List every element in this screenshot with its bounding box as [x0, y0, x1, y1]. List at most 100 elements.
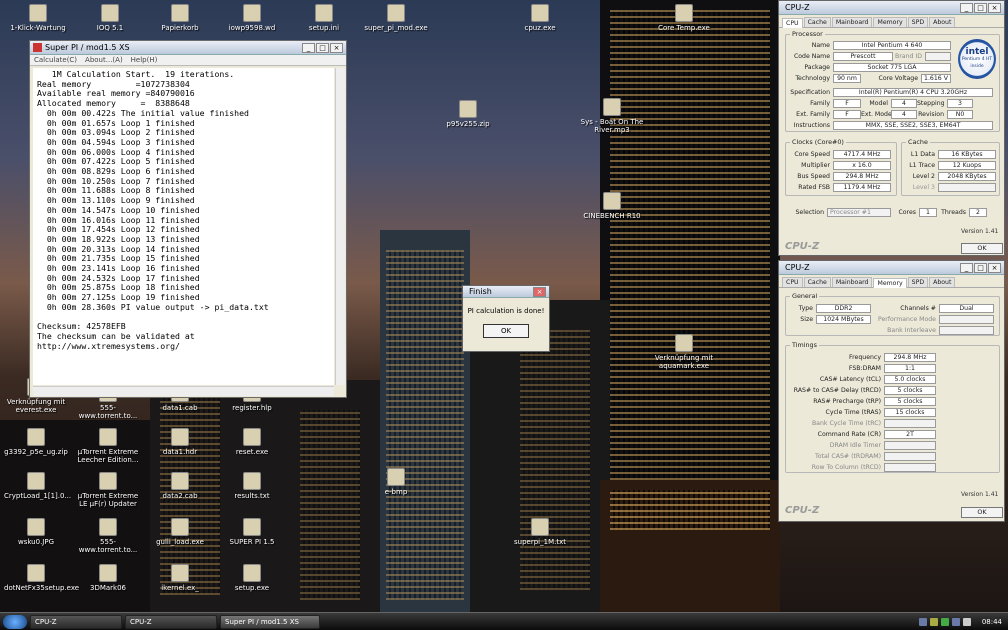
maximize-button[interactable]: □ [974, 262, 987, 273]
close-button[interactable]: × [988, 262, 1001, 273]
tab-about[interactable]: About [929, 277, 956, 287]
ratedfsb-label: Rated FSB [798, 184, 830, 191]
desktop-icon[interactable]: results.txt [220, 472, 284, 500]
volume-icon[interactable] [962, 618, 971, 626]
desktop-icon[interactable]: superpi_1M.txt [508, 518, 572, 546]
superpi-window[interactable]: Super PI / mod1.5 XS _ □ × Calculate(C) … [29, 40, 347, 398]
tab-memory[interactable]: Memory [873, 278, 907, 288]
tab-mainboard[interactable]: Mainboard [831, 277, 873, 287]
minimize-button[interactable]: _ [960, 262, 973, 273]
threads-label: Threads [941, 209, 966, 216]
clock[interactable]: 08:44 [982, 618, 1002, 626]
frequency-value: 294.8 MHz [884, 353, 936, 362]
desktop-icon[interactable]: Verknüpfung mit aquamark.exe [652, 334, 716, 370]
cpuz-mem-titlebar[interactable]: CPU-Z _ □ × [779, 261, 1004, 275]
tab-cpu[interactable]: CPU [782, 277, 803, 287]
desktop-icon[interactable]: setup.exe [220, 564, 284, 592]
tab-about[interactable]: About [929, 17, 956, 27]
taskbar-item-cpuz-2[interactable]: CPU-Z [125, 614, 217, 629]
horizontal-scrollbar[interactable] [33, 386, 334, 396]
desktop-icon[interactable]: µTorrent Extreme Leecher Edition... [76, 428, 140, 464]
perfmode-label: Performance Mode [877, 316, 936, 323]
close-button[interactable]: × [330, 42, 343, 53]
desktop-icon[interactable]: Papierkorb [148, 4, 212, 32]
spec-label: Specification [790, 89, 830, 96]
desktop-icon[interactable]: Core Temp.exe [652, 4, 716, 32]
desktop-icon-label: results.txt [234, 492, 270, 500]
desktop-icon[interactable]: cpuz.exe [508, 4, 572, 32]
tray-icon[interactable] [929, 618, 938, 626]
minimize-button[interactable]: _ [960, 2, 973, 13]
taskbar-item-cpuz-1[interactable]: CPU-Z [30, 614, 122, 629]
codename-value: Prescott [833, 52, 893, 61]
finish-ok-button[interactable]: OK [483, 324, 529, 338]
desktop-icon[interactable]: µTorrent Extreme LE µF(r) Updater [76, 472, 140, 508]
superpi-menubar: Calculate(C) About...(A) Help(H) [30, 55, 346, 66]
selection-dropdown[interactable]: Processor #1 [827, 208, 891, 217]
desktop-icon[interactable]: reset.exe [220, 428, 284, 456]
file-icon [243, 564, 261, 582]
vertical-scrollbar[interactable] [335, 68, 345, 385]
cpuz-cpu-ok-button[interactable]: OK [961, 243, 1003, 254]
desktop-icon[interactable]: 555-www.torrent.to... [76, 518, 140, 554]
minimize-button[interactable]: _ [302, 42, 315, 53]
maximize-button[interactable]: □ [974, 2, 987, 13]
desktop-icon[interactable]: p95v255.zip [436, 100, 500, 128]
cpuz-cpu-titlebar[interactable]: CPU-Z _ □ × [779, 1, 1004, 15]
tab-mainboard[interactable]: Mainboard [831, 17, 873, 27]
desktop-icon-label: 555-www.torrent.to... [78, 404, 138, 420]
finish-close-button[interactable]: × [533, 286, 546, 297]
desktop-icon-label: µTorrent Extreme LE µF(r) Updater [77, 492, 139, 508]
package-label: Package [804, 64, 830, 71]
tab-spd[interactable]: SPD [907, 17, 929, 27]
desktop-icon[interactable]: IOQ 5.1 [78, 4, 142, 32]
desktop-icon[interactable]: setup.ini [292, 4, 356, 32]
cas-value: 5.0 clocks [884, 375, 936, 384]
superpi-output-console[interactable]: 1M Calculation Start. 19 iterations. Real… [33, 68, 334, 385]
desktop-icon[interactable]: wsku0.JPG [4, 518, 68, 546]
file-icon [27, 564, 45, 582]
superpi-titlebar[interactable]: Super PI / mod1.5 XS _ □ × [30, 41, 346, 55]
tab-memory[interactable]: Memory [873, 17, 907, 27]
finish-titlebar[interactable]: Finish × [463, 286, 549, 298]
superpi-title: Super PI / mod1.5 XS [45, 43, 130, 52]
desktop-icon[interactable]: ikernel.ex_ [148, 564, 212, 592]
cpuz-cpu-window[interactable]: CPU-Z _ □ × CPU Cache Mainboard Memory S… [778, 0, 1005, 256]
desktop-icon[interactable]: g3392_p5e_ug.zip [4, 428, 68, 456]
desktop-icon[interactable]: super_pi_mod.exe [364, 4, 428, 32]
taskbar-item-superpi[interactable]: Super PI / mod1.5 XS [220, 614, 320, 629]
desktop-icon[interactable]: gulli_load.exe [148, 518, 212, 546]
tab-cache[interactable]: Cache [803, 277, 831, 287]
tray-icon[interactable] [951, 618, 960, 626]
start-button[interactable] [3, 614, 27, 629]
tray-icon[interactable] [940, 618, 949, 626]
desktop-icon[interactable]: dotNetFx35setup.exe [4, 564, 79, 592]
desktop-icon[interactable]: SUPER PI 1.5 [220, 518, 284, 546]
desktop-icon[interactable]: iowp9598.wd [220, 4, 284, 32]
menu-help[interactable]: Help(H) [131, 56, 158, 64]
intel-logo-sub: Pentium 4 HT inside [961, 56, 993, 69]
finish-dialog[interactable]: Finish × PI calculation is done! OK [462, 285, 550, 352]
cpuz-memory-window[interactable]: CPU-Z _ □ × CPU Cache Mainboard Memory S… [778, 260, 1005, 522]
name-value: Intel Pentium 4 640 [833, 41, 951, 50]
desktop-icon[interactable]: 3DMark06 [76, 564, 140, 592]
file-icon [531, 4, 549, 22]
maximize-button[interactable]: □ [316, 42, 329, 53]
desktop-icon[interactable]: data1.hdr [148, 428, 212, 456]
tab-cache[interactable]: Cache [803, 17, 831, 27]
desktop-icon[interactable]: 1-Klick-Wartung [6, 4, 70, 32]
menu-calculate[interactable]: Calculate(C) [34, 56, 77, 64]
extmodel-label: Ext. Model [861, 111, 894, 118]
tray-icon[interactable] [918, 618, 927, 626]
menu-about[interactable]: About...(A) [85, 56, 123, 64]
desktop-icon[interactable]: e-bmp [364, 468, 428, 496]
close-button[interactable]: × [988, 2, 1001, 13]
desktop-icon[interactable]: data2.cab [148, 472, 212, 500]
desktop-icon[interactable]: CINEBENCH R10 [580, 192, 644, 220]
desktop-icon[interactable]: CryptLoad_1[1].0... [4, 472, 71, 500]
tab-spd[interactable]: SPD [907, 277, 929, 287]
cpuz-mem-ok-button[interactable]: OK [961, 507, 1003, 518]
file-icon [387, 468, 405, 486]
tab-cpu[interactable]: CPU [782, 18, 803, 28]
desktop-icon[interactable]: Sys - Boat On The River.mp3 [580, 98, 644, 134]
